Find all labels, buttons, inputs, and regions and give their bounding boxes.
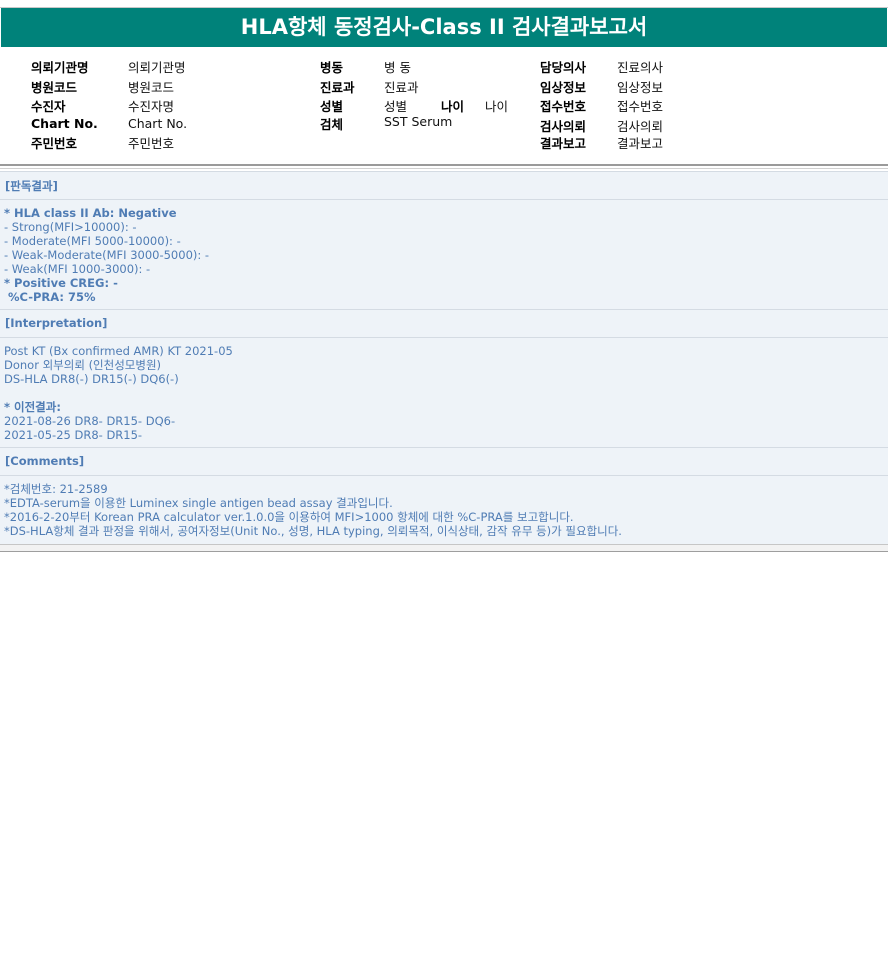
label-patient: 수진자 <box>31 99 66 114</box>
label-sex: 성별 <box>320 99 344 114</box>
header-divider <box>0 164 888 166</box>
label-chart-no: Chart No. <box>31 116 98 131</box>
report-bottom-rule <box>0 544 888 552</box>
label-resident-no: 주민번호 <box>31 136 78 151</box>
value-age: 나이 <box>485 99 509 114</box>
patient-info-panel: 의뢰기관명 의뢰기관명 병원코드 병원코드 수진자 수진자명 Chart No.… <box>0 48 888 164</box>
value-institution: 의뢰기관명 <box>128 60 186 75</box>
label-hospital-code: 병원코드 <box>31 80 78 95</box>
label-department: 진료과 <box>320 80 355 95</box>
label-receipt-no: 접수번호 <box>540 99 587 114</box>
label-ward: 병동 <box>320 60 344 75</box>
label-clinical-info: 임상정보 <box>540 80 587 95</box>
interpretation-line: 2021-08-26 DR8- DR15- DQ6- <box>4 414 176 428</box>
section-title-comments: [Comments] <box>5 454 85 468</box>
reading-line: - Moderate(MFI 5000-10000): - <box>4 234 181 248</box>
value-receipt-no: 접수번호 <box>617 99 664 114</box>
value-clinical-info: 임상정보 <box>617 80 664 95</box>
reading-line: %C-PRA: 75% <box>4 290 96 304</box>
label-age: 나이 <box>441 99 465 114</box>
comment-line: *EDTA-serum을 이용한 Luminex single antigen … <box>4 496 393 510</box>
reading-line: * HLA class II Ab: Negative <box>4 206 177 220</box>
value-hospital-code: 병원코드 <box>128 80 175 95</box>
comment-line: *DS-HLA항체 결과 판정을 위해서, 공여자정보(Unit No., 성명… <box>4 524 622 538</box>
label-specimen: 검체 <box>320 117 344 132</box>
interpretation-line: 2021-05-25 DR8- DR15- <box>4 428 143 442</box>
reading-line: * Positive CREG: - <box>4 276 118 290</box>
interpretation-line: Post KT (Bx confirmed AMR) KT 2021-05 <box>4 344 233 358</box>
section-header-comments: [Comments] <box>0 447 888 476</box>
label-result-report: 결과보고 <box>540 136 587 151</box>
interpretation-line: Donor 외부의뢰 (인천성모병원) <box>4 358 162 372</box>
comment-line: *2016-2-20부터 Korean PRA calculator ver.1… <box>4 510 574 524</box>
value-specimen: SST Serum <box>384 114 453 129</box>
value-physician: 진료의사 <box>617 60 664 75</box>
header-divider-thin <box>0 168 888 169</box>
value-resident-no: 주민번호 <box>128 136 175 151</box>
value-department: 진료과 <box>384 80 419 95</box>
section-header-interpretation: [Interpretation] <box>0 309 888 338</box>
reading-line: - Weak-Moderate(MFI 3000-5000): - <box>4 248 210 262</box>
value-ward: 병 동 <box>384 60 411 75</box>
section-title-reading: [판독결과] <box>5 179 58 193</box>
reading-line: - Weak(MFI 1000-3000): - <box>4 262 151 276</box>
comment-line: *검체번호: 21-2589 <box>4 482 108 496</box>
reading-line: - Strong(MFI>10000): - <box>4 220 137 234</box>
value-sex: 성별 <box>384 99 408 114</box>
report-title: HLA항체 동정검사-Class II 검사결과보고서 <box>1 8 887 47</box>
value-chart-no: Chart No. <box>128 116 188 131</box>
label-physician: 담당의사 <box>540 60 587 75</box>
section-title-interpretation: [Interpretation] <box>5 316 108 330</box>
top-strip <box>0 0 888 8</box>
interpretation-line: * 이전결과: <box>4 400 61 414</box>
label-institution: 의뢰기관명 <box>31 60 89 75</box>
value-result-report: 결과보고 <box>617 136 664 151</box>
report-body: [판독결과] * HLA class II Ab: Negative - Str… <box>0 171 888 544</box>
section-header-reading: [판독결과] <box>0 171 888 200</box>
value-patient: 수진자명 <box>128 99 175 114</box>
interpretation-line: DS-HLA DR8(-) DR15(-) DQ6(-) <box>4 372 179 386</box>
